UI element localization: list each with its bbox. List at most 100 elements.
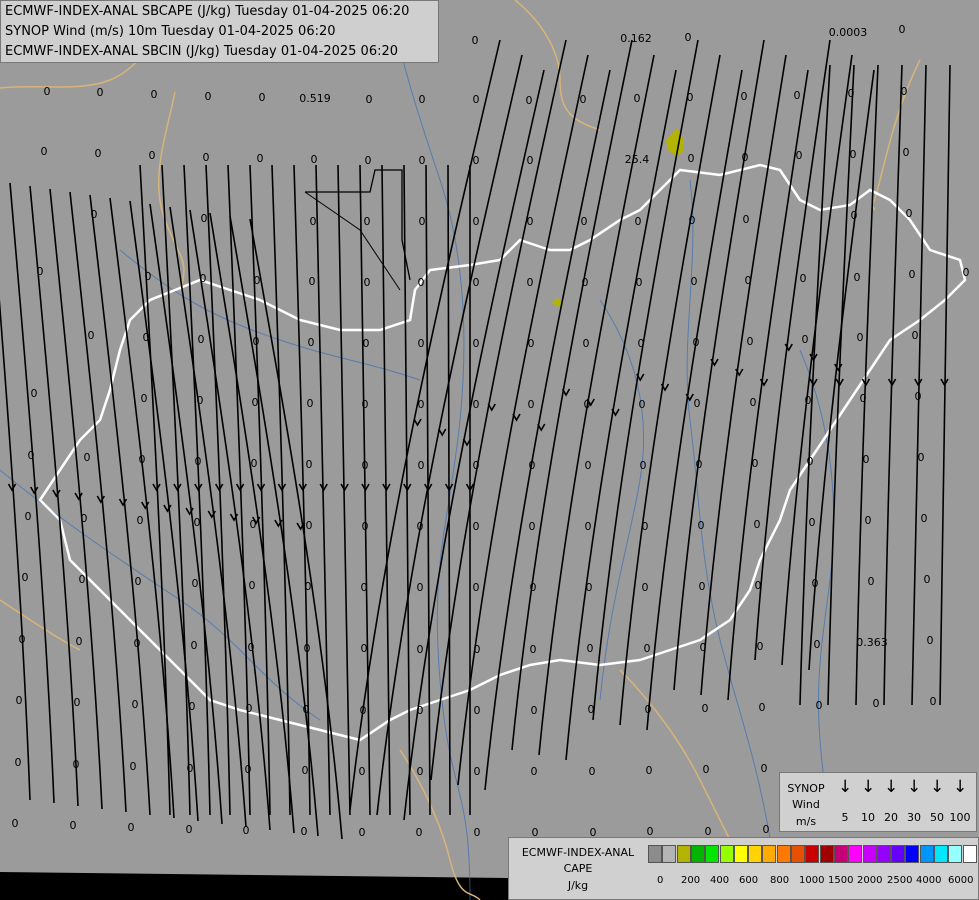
cin-value-label: 0 xyxy=(860,392,867,405)
cin-value-label: 0 xyxy=(685,31,692,44)
cin-value-label: 0 xyxy=(757,640,764,653)
wind-arrow-icon: ↓ xyxy=(861,777,876,797)
cin-value-label: 0 xyxy=(814,638,821,651)
wind-arrow-icon: ↓ xyxy=(884,777,899,797)
cin-value-label: 0 xyxy=(812,577,819,590)
cin-value-label: 0 xyxy=(253,335,260,348)
cape-tick-label: 600 xyxy=(739,875,759,886)
cin-value-label: 0 xyxy=(16,694,23,707)
cin-value-label: 0 xyxy=(70,819,77,832)
synop-speed-label: 20 xyxy=(884,811,898,824)
cin-value-label: 0 xyxy=(930,695,937,708)
cape-color-swatch xyxy=(905,845,920,863)
cin-value-label: 0 xyxy=(531,765,538,778)
cin-value-label: 0 xyxy=(203,151,210,164)
cin-value-label: 0 xyxy=(135,575,142,588)
cin-value-label: 0 xyxy=(527,276,534,289)
cin-value-label: 0 xyxy=(248,641,255,654)
cin-value-label: 0 xyxy=(582,276,589,289)
cin-value-label: 0 xyxy=(306,458,313,471)
cin-value-label: 0 xyxy=(918,451,925,464)
cape-legend-subtitle: CAPE xyxy=(563,862,593,875)
cin-value-label: 0 xyxy=(585,520,592,533)
cape-tick-label: 200 xyxy=(681,875,701,886)
cin-value-label: 0 xyxy=(640,459,647,472)
cape-tick-label: 2500 xyxy=(887,875,913,886)
cin-value-label: 0.519 xyxy=(299,92,331,105)
cin-value-label: 0 xyxy=(642,520,649,533)
cin-value-label: 0 xyxy=(635,215,642,228)
cin-value-label: 0 xyxy=(257,152,264,165)
cin-value-label: 0 xyxy=(246,702,253,715)
cin-value-label: 0 xyxy=(583,337,590,350)
cin-value-label: 0 xyxy=(581,215,588,228)
cape-color-swatch xyxy=(690,845,705,863)
cin-value-label: 0 xyxy=(361,642,368,655)
cin-value-label: 0 xyxy=(472,34,479,47)
cin-value-label: 0 xyxy=(589,765,596,778)
cape-color-swatch xyxy=(805,845,820,863)
synop-speed-label: 50 xyxy=(930,811,944,824)
cin-value-label: 0 xyxy=(800,272,807,285)
cape-color-swatch xyxy=(776,845,791,863)
cin-value-label: 0 xyxy=(530,643,537,656)
cin-value-label: 0 xyxy=(747,335,754,348)
cin-value-label: 0 xyxy=(201,212,208,225)
cin-value-label: 0 xyxy=(361,581,368,594)
cin-value-label: 0 xyxy=(303,703,310,716)
cin-value-label: 0 xyxy=(901,85,908,98)
cin-value-label: 0.363 xyxy=(856,636,888,649)
cin-value-label: 0 xyxy=(473,276,480,289)
cin-value-label: 0 xyxy=(963,266,970,279)
cin-value-label: 0 xyxy=(526,94,533,107)
synop-speed-label: 10 xyxy=(861,811,875,824)
cin-value-label: 0 xyxy=(363,337,370,350)
cin-value-label: 0 xyxy=(139,453,146,466)
cin-value-label: 0 xyxy=(251,457,258,470)
title-line-sbcape: ECMWF-INDEX-ANAL SBCAPE (J/kg) Tuesday 0… xyxy=(5,4,410,19)
cin-value-label: 0 xyxy=(750,396,757,409)
cin-value-label: 0 xyxy=(474,826,481,839)
cin-value-label: 0 xyxy=(474,765,481,778)
cape-color-swatch xyxy=(948,845,963,863)
cin-value-label: 0 xyxy=(634,92,641,105)
cin-value-label: 0 xyxy=(687,91,694,104)
cin-value-label: 0 xyxy=(755,579,762,592)
cin-value-label: 0 xyxy=(745,274,752,287)
cape-tick-label: 6000 xyxy=(948,875,974,886)
cin-value-label: 0 xyxy=(857,331,864,344)
cin-value-label: 0 xyxy=(28,449,35,462)
wind-arrow-icon: ↓ xyxy=(907,777,922,797)
cin-value-label: 0 xyxy=(418,337,425,350)
cape-tick-label: 2000 xyxy=(857,875,883,886)
cape-color-swatch xyxy=(833,845,848,863)
cape-color-swatch xyxy=(876,845,891,863)
cin-value-label: 0 xyxy=(302,764,309,777)
wind-arrow-icon: ↓ xyxy=(838,777,853,797)
cin-value-label: 0 xyxy=(474,704,481,717)
cin-value-label: 0 xyxy=(529,520,536,533)
cin-value-label: 0 xyxy=(198,333,205,346)
cin-value-label: 0 xyxy=(924,573,931,586)
cape-color-swatch xyxy=(819,845,834,863)
cin-value-label: 0 xyxy=(365,154,372,167)
cin-value-label: 0 xyxy=(95,147,102,160)
cin-value-label: 0 xyxy=(305,580,312,593)
cin-value-label: 0 xyxy=(473,520,480,533)
cin-value-label: 0 xyxy=(364,276,371,289)
cin-value-label: 0 xyxy=(362,398,369,411)
cin-value-label: 0 xyxy=(528,398,535,411)
cin-value-label: 0 xyxy=(417,643,424,656)
cape-color-swatch xyxy=(733,845,748,863)
cin-value-label: 0 xyxy=(22,571,29,584)
cin-value-label: 0 xyxy=(197,394,204,407)
cape-tick-label: 800 xyxy=(770,875,790,886)
cape-color-swatch xyxy=(676,845,691,863)
cin-value-label: 0 xyxy=(418,398,425,411)
cin-value-label: 0 xyxy=(191,639,198,652)
cape-color-swatch xyxy=(919,845,934,863)
cape-tick-label: 4000 xyxy=(916,875,942,886)
cin-value-label: 0 xyxy=(636,276,643,289)
cin-value-label: 0 xyxy=(84,451,91,464)
cin-value-label: 0 xyxy=(899,23,906,36)
